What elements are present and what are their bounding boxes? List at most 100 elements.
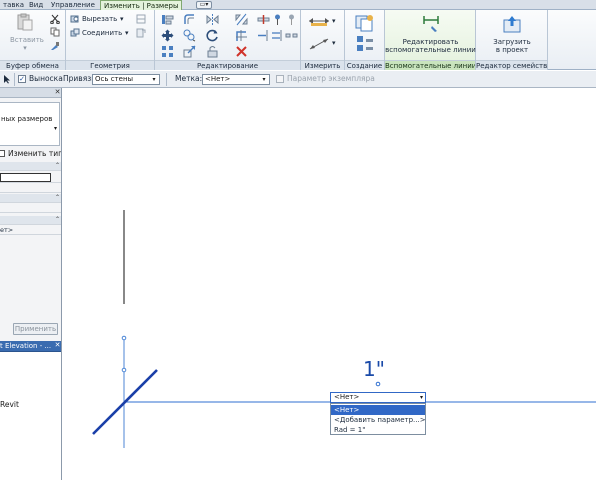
cut-geometry-icon[interactable] bbox=[70, 14, 80, 24]
join-geometry-icon[interactable] bbox=[70, 28, 80, 38]
join-geometry-dropdown[interactable]: ▾ bbox=[125, 29, 129, 37]
edit-reference-lines-label2[interactable]: вспомогательные линии bbox=[385, 46, 476, 54]
dimension-text[interactable]: 1" bbox=[363, 358, 385, 380]
snap-select[interactable]: Ось стены ▾ bbox=[92, 74, 160, 85]
move-icon[interactable] bbox=[161, 29, 174, 42]
load-into-project-icon[interactable] bbox=[502, 14, 522, 34]
edit-reference-lines-label1[interactable]: Редактировать bbox=[385, 38, 476, 46]
apply-button[interactable]: Применить bbox=[13, 323, 58, 335]
panel-reference-lines-title: Вспомогательные линии bbox=[385, 60, 475, 70]
chevron-down-icon: ▾ bbox=[53, 125, 57, 132]
properties-group-header[interactable]: ⌃ bbox=[0, 194, 61, 203]
load-into-project-label2[interactable]: в проект bbox=[476, 46, 548, 54]
offset-icon[interactable] bbox=[183, 13, 196, 26]
grip-handle[interactable] bbox=[121, 367, 127, 373]
modify-arrow-icon[interactable] bbox=[2, 74, 12, 84]
dimension-label-option[interactable]: <Нет> bbox=[331, 405, 425, 415]
leader-checkbox[interactable]: ✓ bbox=[18, 75, 26, 83]
dimension-label-option[interactable]: Rad = 1" bbox=[331, 425, 425, 435]
load-into-project-label1[interactable]: Загрузить bbox=[476, 38, 548, 46]
dimension-label-option[interactable]: <Добавить параметр...> bbox=[331, 415, 426, 425]
aligned-dimension-icon[interactable] bbox=[308, 37, 330, 51]
cut-icon[interactable] bbox=[50, 14, 60, 24]
tab-manage[interactable]: Управление bbox=[48, 0, 98, 10]
measure-dropdown-arrow[interactable]: ▾ bbox=[332, 17, 336, 25]
dimension-label-select[interactable]: <Нет> ▾ bbox=[330, 392, 426, 403]
cut-geometry-label[interactable]: Вырезать bbox=[82, 15, 117, 23]
property-row bbox=[0, 204, 61, 213]
panel-create: Создание bbox=[345, 10, 385, 70]
panel-family-editor: Загрузить в проект Редактор семейств bbox=[476, 10, 548, 70]
collapse-icon[interactable]: ⌃ bbox=[54, 194, 61, 202]
collapse-icon[interactable]: ⌃ bbox=[54, 216, 61, 224]
pin-icon[interactable] bbox=[271, 13, 284, 26]
properties-group-header[interactable]: ⌃ bbox=[0, 162, 61, 171]
property-row bbox=[0, 172, 61, 183]
options-bar: ✓ Выноска Привязка: Ось стены ▾ Метка: <… bbox=[0, 71, 596, 88]
wall-joins-icon[interactable] bbox=[136, 14, 146, 24]
create-similar-icon[interactable] bbox=[355, 14, 375, 32]
trim-multiple-icon[interactable] bbox=[271, 29, 284, 42]
ribbon-minimize-button[interactable]: ▭▾ bbox=[196, 1, 212, 9]
snap-select-value: Ось стены bbox=[95, 75, 134, 83]
edit-type-button[interactable]: Изменить тип bbox=[8, 149, 61, 158]
rotate-icon[interactable] bbox=[206, 29, 219, 42]
mirror-axis-icon[interactable] bbox=[206, 13, 219, 26]
panel-measure-title: Измерить bbox=[301, 60, 344, 70]
measure-between-icon[interactable] bbox=[308, 15, 330, 27]
panel-measure: ▾ ▾ Измерить bbox=[301, 10, 345, 70]
ribbon: Вставить ▾ Буфер обмена Вырезать ▾ Соеди… bbox=[0, 10, 596, 70]
scale-icon[interactable] bbox=[183, 45, 196, 58]
paste-dropdown-arrow[interactable]: ▾ bbox=[20, 44, 30, 52]
dimension-dropdown-arrow[interactable]: ▾ bbox=[332, 39, 336, 47]
cut-geometry-dropdown[interactable]: ▾ bbox=[120, 15, 124, 23]
unpin-lock-icon[interactable] bbox=[206, 45, 219, 58]
match-properties-icon[interactable] bbox=[50, 41, 60, 51]
instance-param-checkbox[interactable] bbox=[276, 75, 284, 83]
array-icon[interactable] bbox=[161, 45, 174, 58]
drawing-canvas[interactable]: 1" <Нет> ▾ <Нет> <Добавить параметр...> … bbox=[63, 88, 596, 480]
collapse-icon[interactable]: ⌃ bbox=[54, 162, 61, 170]
tab-insert[interactable]: тавка bbox=[0, 0, 27, 10]
options-separator bbox=[166, 73, 167, 86]
create-group-icon[interactable] bbox=[355, 34, 375, 54]
panel-reference-lines: Редактировать вспомогательные линии Вспо… bbox=[385, 10, 476, 70]
panel-clipboard-title: Буфер обмена bbox=[0, 60, 65, 70]
unpin-icon[interactable] bbox=[285, 13, 298, 26]
edit-reference-lines-icon[interactable] bbox=[421, 14, 441, 34]
copy-element-icon[interactable] bbox=[183, 29, 196, 42]
label-select-value: <Нет> bbox=[205, 75, 231, 83]
trim-single-icon[interactable] bbox=[257, 29, 270, 42]
label-select[interactable]: <Нет> ▾ bbox=[202, 74, 270, 85]
close-icon[interactable]: ✕ bbox=[54, 341, 61, 349]
dimension-text-grip[interactable] bbox=[375, 381, 381, 387]
mirror-draw-axis-icon[interactable] bbox=[235, 13, 248, 26]
left-dock-panel: ✕ ных размеров ▾ Изменить тип ⌃ ⌃ ⌃ ет> … bbox=[0, 88, 62, 480]
panel-modify: Редактирование bbox=[155, 10, 301, 70]
grip-handle[interactable] bbox=[121, 335, 127, 341]
paint-icon[interactable] bbox=[136, 28, 146, 38]
property-row bbox=[0, 184, 61, 193]
delete-icon[interactable] bbox=[235, 45, 248, 58]
edit-type-icon[interactable] bbox=[0, 150, 5, 157]
split-element-icon[interactable] bbox=[257, 13, 270, 26]
paste-button-label[interactable]: Вставить bbox=[10, 36, 44, 44]
join-geometry-label[interactable]: Соединить bbox=[82, 29, 122, 37]
panel-modify-title: Редактирование bbox=[155, 60, 300, 70]
label-label: Метка: bbox=[175, 74, 203, 83]
trim-extend-corner-icon[interactable] bbox=[235, 29, 248, 42]
copy-icon[interactable] bbox=[50, 27, 60, 37]
properties-group-header[interactable]: ⌃ bbox=[0, 216, 61, 225]
close-icon[interactable]: ✕ bbox=[54, 88, 61, 96]
property-value-input[interactable] bbox=[0, 173, 51, 182]
type-selector[interactable]: ных размеров ▾ bbox=[0, 102, 60, 146]
paste-icon[interactable] bbox=[16, 13, 34, 31]
property-value[interactable]: ет> bbox=[0, 226, 13, 234]
chevron-down-icon: ▾ bbox=[419, 394, 423, 401]
tab-view[interactable]: Вид bbox=[26, 0, 46, 10]
split-gap-icon[interactable] bbox=[285, 29, 298, 42]
ribbon-tab-row: тавка Вид Управление Изменить | Размеры … bbox=[0, 0, 596, 11]
browser-tree-item[interactable]: Revit bbox=[0, 400, 19, 409]
type-selector-name: ных размеров bbox=[1, 115, 53, 123]
align-icon[interactable] bbox=[161, 13, 174, 26]
